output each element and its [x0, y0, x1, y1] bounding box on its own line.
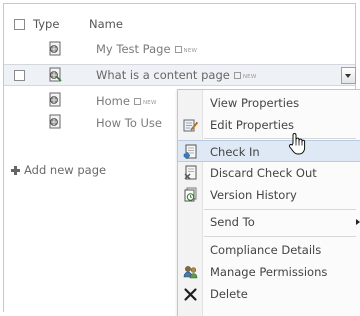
list-item-name[interactable]: My Test Page: [96, 42, 171, 56]
menu-item-label: Send To: [210, 215, 255, 229]
list-item[interactable]: What is a content page NEW: [96, 68, 256, 82]
list-item[interactable]: My Test Page NEW: [96, 42, 197, 56]
chevron-down-icon: [345, 74, 351, 78]
page-icon: [49, 92, 61, 107]
list-item-name[interactable]: What is a content page: [96, 68, 230, 82]
chevron-right-icon: [356, 219, 360, 225]
menu-item-label: Edit Properties: [210, 118, 295, 132]
menu-separator: [204, 138, 356, 139]
menu-item-edit-properties[interactable]: Edit Properties: [178, 114, 360, 136]
name-column-header[interactable]: Name: [89, 17, 123, 31]
list-item[interactable]: How To Use: [96, 116, 162, 130]
menu-item-label: View Properties: [210, 96, 300, 110]
item-menu-dropdown-button[interactable]: [341, 67, 356, 84]
page-icon: [49, 114, 61, 129]
add-new-page-link[interactable]: Add new page: [11, 163, 106, 177]
add-new-page-label[interactable]: Add new page: [24, 163, 106, 177]
menu-separator: [204, 209, 356, 210]
type-column-header[interactable]: Type: [33, 17, 59, 31]
new-badge: NEW: [233, 72, 257, 80]
menu-item-discard-check-out[interactable]: Discard Check Out: [178, 162, 360, 184]
select-all-checkbox[interactable]: [14, 19, 25, 30]
menu-item-send-to[interactable]: Send To: [178, 211, 360, 233]
new-badge: NEW: [133, 98, 157, 106]
version-history-icon: [184, 187, 197, 202]
menu-separator: [204, 236, 356, 237]
menu-item-label: Version History: [210, 188, 297, 202]
menu-item-label: Manage Permissions: [210, 265, 328, 279]
menu-item-view-properties[interactable]: View Properties: [178, 92, 360, 114]
list-item-name[interactable]: Home: [96, 94, 130, 108]
hand-cursor-icon: [288, 133, 306, 155]
edit-properties-icon: [183, 119, 198, 132]
delete-icon: [184, 288, 197, 301]
menu-item-manage-permissions[interactable]: Manage Permissions: [178, 261, 360, 283]
new-badge: NEW: [174, 46, 198, 54]
page-icon: [49, 41, 61, 56]
plus-icon: [11, 166, 20, 175]
menu-item-label: Delete: [210, 287, 248, 301]
menu-item-delete[interactable]: Delete: [178, 283, 360, 305]
menu-item-label: Compliance Details: [210, 243, 322, 257]
menu-item-check-in[interactable]: Check In: [178, 140, 360, 162]
item-context-menu: View Properties Edit Properties Check In…: [177, 89, 360, 316]
row-checkbox[interactable]: [14, 70, 25, 81]
discard-check-out-icon: [184, 165, 197, 180]
menu-item-label: Check In: [210, 145, 260, 159]
menu-item-compliance-details[interactable]: Compliance Details: [178, 239, 360, 261]
page-icon: [49, 67, 62, 82]
menu-item-label: Discard Check Out: [210, 166, 317, 180]
manage-permissions-icon: [183, 266, 198, 279]
list-item[interactable]: Home NEW: [96, 94, 157, 108]
check-in-icon: [183, 144, 197, 160]
list-item-name[interactable]: How To Use: [96, 116, 162, 130]
menu-item-version-history[interactable]: Version History: [178, 184, 360, 206]
